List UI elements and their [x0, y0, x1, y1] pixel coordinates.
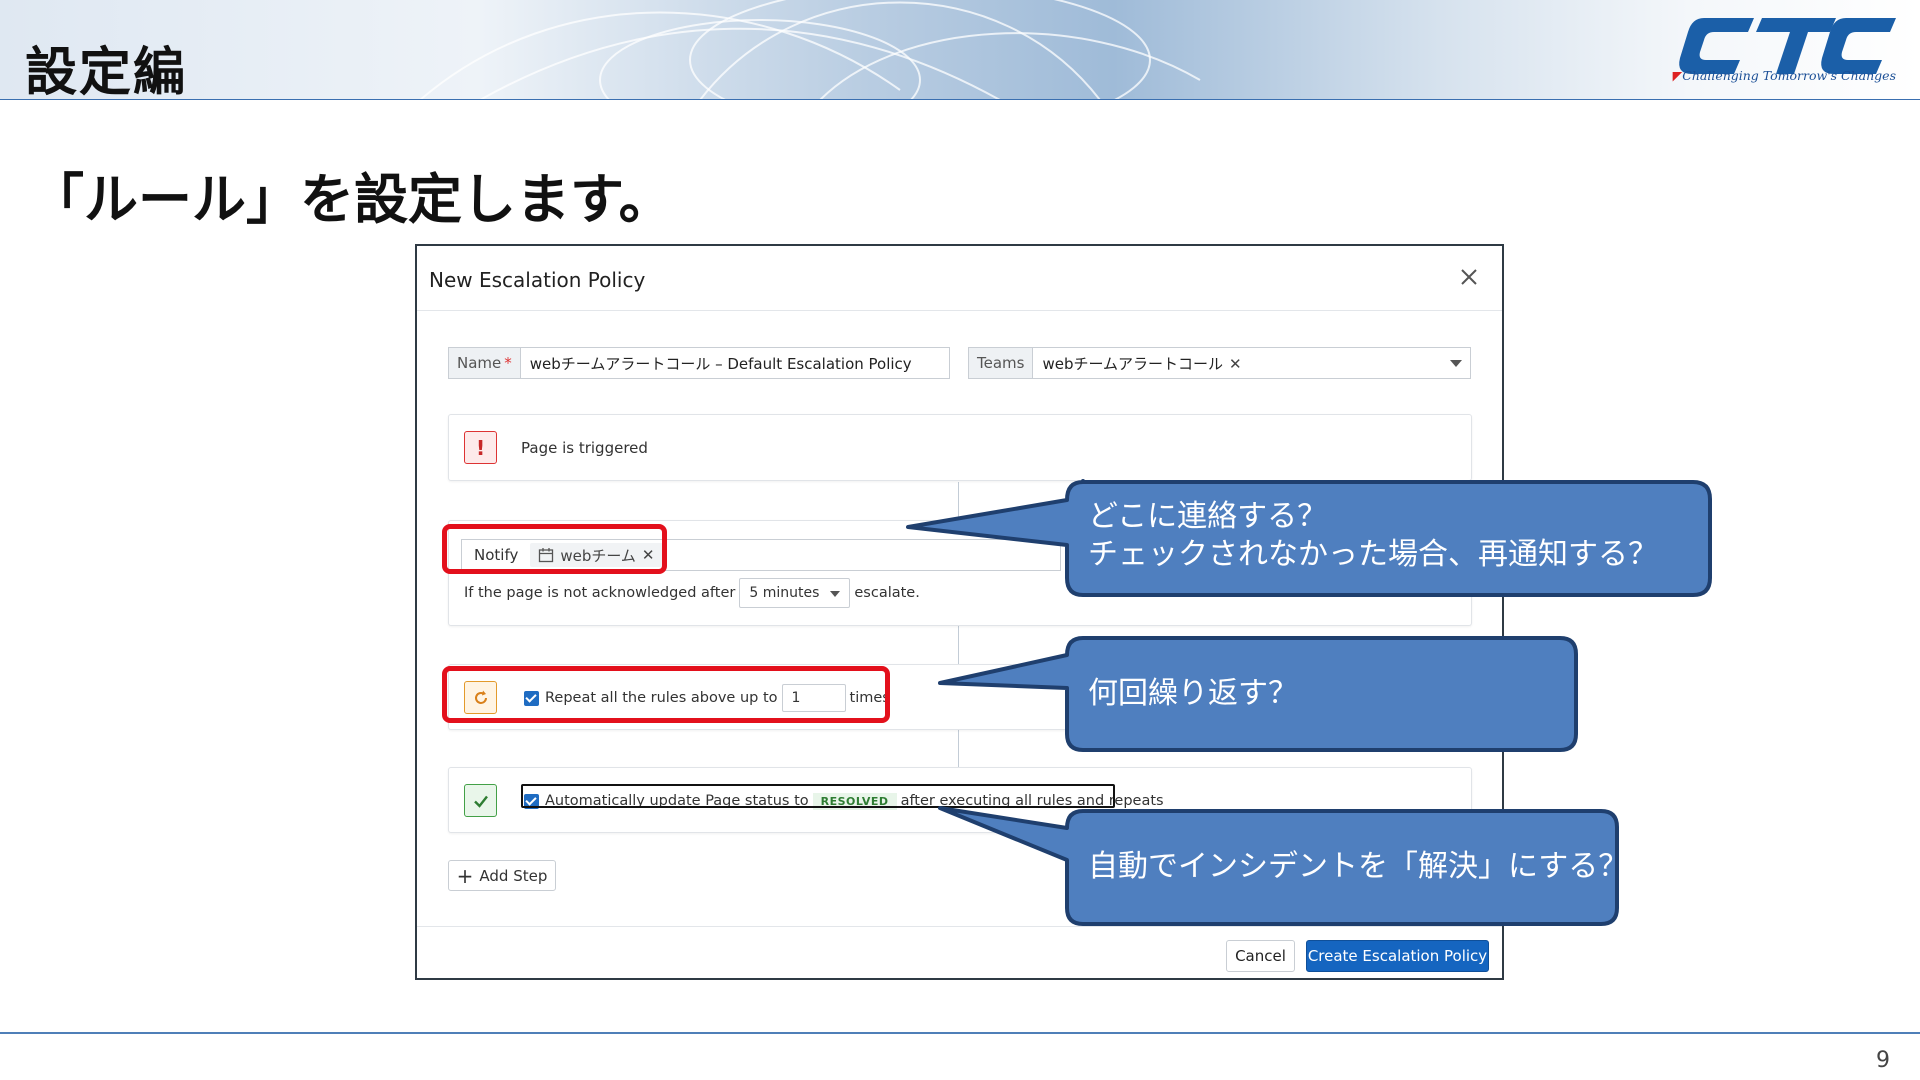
page-number: 9 — [1876, 1048, 1890, 1073]
notify-callout-line2: チェックされなかった場合、再通知する？ — [1088, 537, 1658, 572]
notify-callout: どこに連絡する？ チェックされなかった場合、再通知する？ — [1088, 498, 1658, 574]
resolve-callout: 自動でインシデントを「解決」にする？ — [1088, 849, 1629, 884]
notify-callout-line1: どこに連絡する？ — [1088, 499, 1328, 534]
footer-divider — [0, 1032, 1920, 1034]
repeat-callout: 何回繰り返す？ — [1088, 676, 1298, 711]
